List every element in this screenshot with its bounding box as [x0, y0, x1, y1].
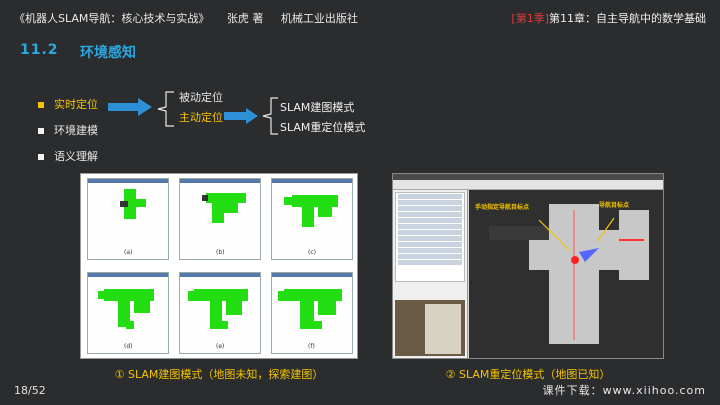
active-localization: 主动定位 — [179, 111, 223, 124]
map-panel: (f) — [271, 272, 353, 354]
slam-relocalization-figure: 手动指定导航目标点 导航目标点 — [392, 173, 664, 359]
occupancy-map-image — [489, 204, 649, 344]
rviz-toolbar — [393, 180, 663, 190]
bullet-square-icon — [38, 102, 44, 108]
author: 张虎 著 — [226, 12, 264, 25]
bullet-square-icon — [38, 154, 44, 160]
brace-icon — [157, 91, 174, 127]
map-panel: (b) — [179, 178, 261, 260]
book-title: 《机器人SLAM导航：核心技术与实战》 — [14, 12, 210, 25]
bullet-list: 实时定位 环境建模 语义理解 — [36, 96, 98, 174]
bullet-label: 语义理解 — [54, 150, 98, 163]
season-label: [第1季] — [511, 12, 549, 25]
section-title-bar: 11.2 环境感知 — [14, 30, 706, 72]
bullet-item-semantic-understanding: 语义理解 — [36, 148, 98, 174]
arrow-right-icon — [224, 108, 258, 124]
header-chapter-info: [第1季]第11章：自主导航中的数学基础 — [511, 10, 706, 26]
localization-types: 被动定位 主动定位 — [179, 90, 223, 130]
map-panel: (d) — [87, 272, 169, 354]
slam-mapping-mode: SLAM建图模式 — [280, 101, 355, 114]
map-panel: (c) — [271, 178, 353, 260]
header-book-info: 《机器人SLAM导航：核心技术与实战》 张虎 著 机械工业出版社 — [14, 10, 372, 26]
camera-view — [395, 300, 465, 356]
bullet-item-realtime-localization: 实时定位 — [36, 96, 98, 122]
passive-localization: 被动定位 — [179, 91, 223, 104]
rviz-display-list — [395, 192, 465, 282]
bullet-label: 实时定位 — [54, 98, 98, 111]
caption-relocalization-mode: ② SLAM重定位模式（地图已知） — [445, 368, 611, 381]
map-panel: (a) — [87, 178, 169, 260]
arrow-right-icon — [108, 98, 152, 116]
section-title: 环境感知 — [80, 45, 136, 61]
slam-relocalization-mode: SLAM重定位模式 — [280, 121, 366, 134]
page-number: 18/52 — [14, 384, 46, 397]
chapter-label: 第11章：自主导航中的数学基础 — [549, 12, 706, 25]
annotation-manual-goal: 手动指定导航目标点 — [475, 204, 530, 211]
slam-mapping-figure: (a) (b) (c) (d) (e) (f) — [80, 173, 358, 359]
publisher: 机械工业出版社 — [280, 12, 358, 25]
section-number: 11.2 — [20, 42, 59, 58]
download-link-text: 课件下载：www.xiihoo.com — [542, 384, 706, 397]
slam-modes: SLAM建图模式 SLAM重定位模式 — [280, 100, 365, 140]
bullet-square-icon — [38, 128, 44, 134]
brace-icon — [262, 97, 278, 135]
map-panel: (e) — [179, 272, 261, 354]
caption-mapping-mode: ① SLAM建图模式（地图未知，探索建图） — [114, 368, 324, 381]
annotation-goal: 导航目标点 — [599, 202, 630, 209]
rviz-map-view: 手动指定导航目标点 导航目标点 — [469, 190, 663, 358]
bullet-label: 环境建模 — [54, 124, 98, 137]
bullet-item-environment-modeling: 环境建模 — [36, 122, 98, 148]
rviz-displays-panel — [393, 190, 468, 358]
